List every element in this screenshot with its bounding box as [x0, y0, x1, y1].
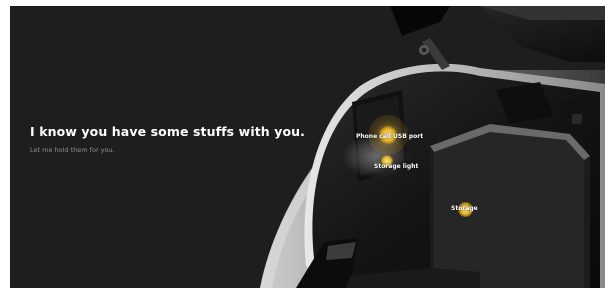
- subline: Let me hold them for you.: [30, 146, 115, 154]
- product-feature-banner: I know you have some stuffs with you. Le…: [10, 6, 605, 288]
- storage-hotspot-label[interactable]: Storage: [451, 205, 478, 212]
- usb-port-hotspot-label[interactable]: Phone call USB port: [356, 133, 423, 140]
- storage-light-hotspot-label[interactable]: Storage light: [374, 163, 418, 170]
- headline: I know you have some stuffs with you.: [30, 124, 306, 139]
- page-frame: I know you have some stuffs with you. Le…: [0, 0, 605, 288]
